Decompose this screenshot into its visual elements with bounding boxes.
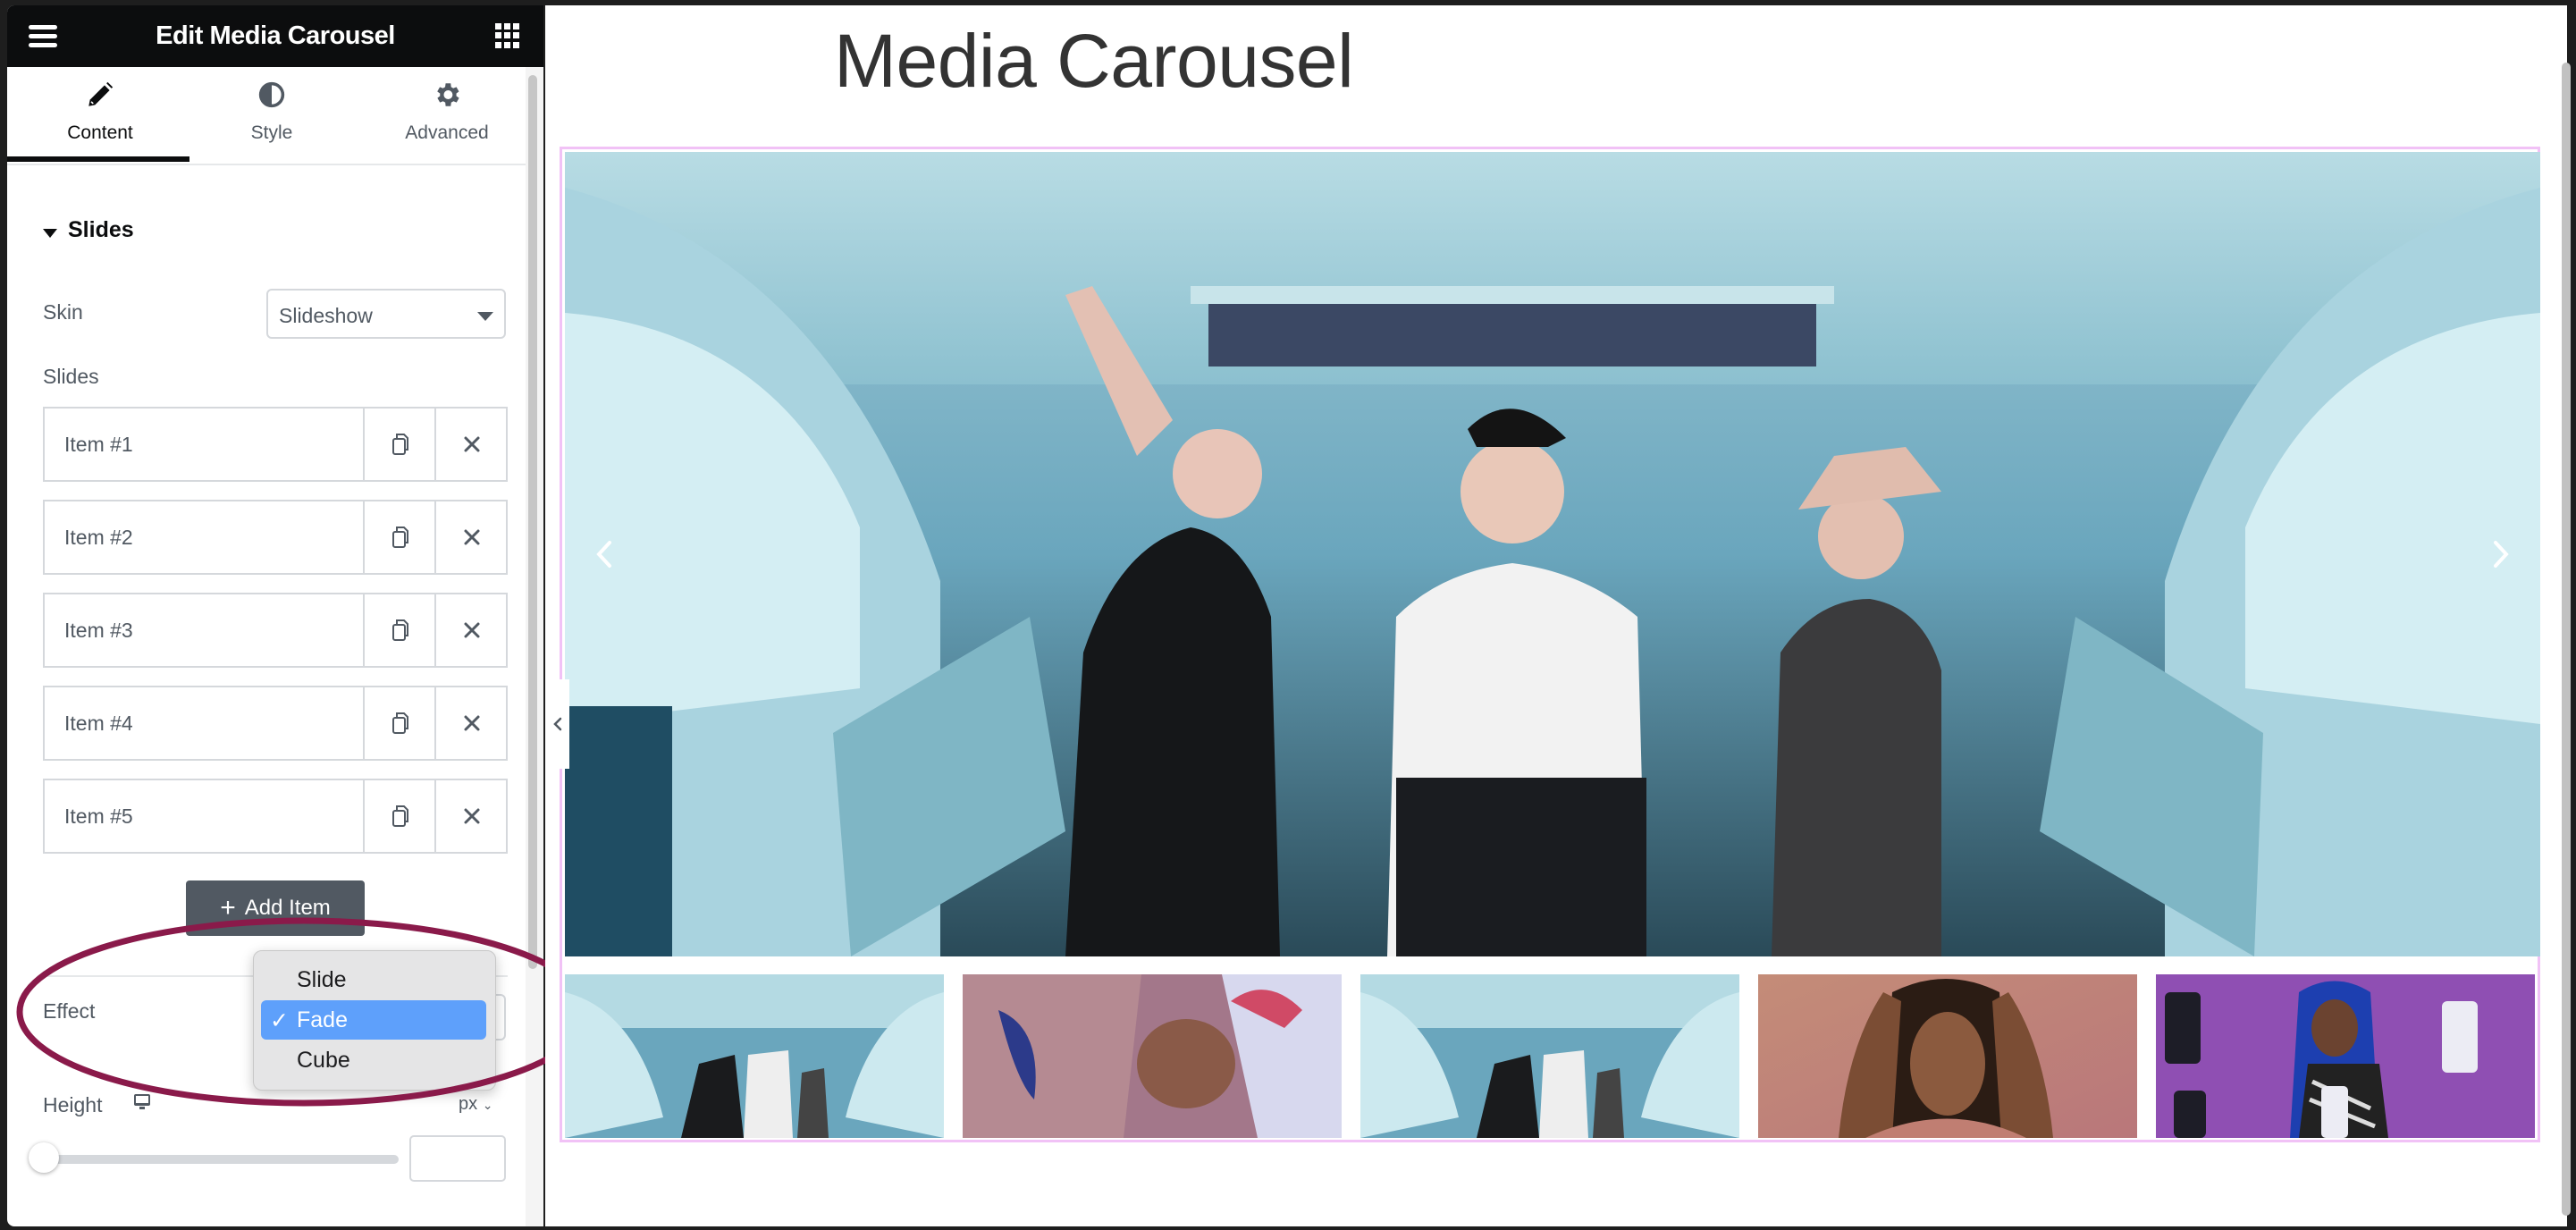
duplicate-icon: [392, 527, 408, 548]
carousel-main-slide[interactable]: [565, 152, 2540, 956]
page-canvas: Media Carousel: [545, 5, 2567, 1226]
slides-label: Slides: [43, 365, 99, 388]
tab-advanced[interactable]: Advanced: [358, 67, 536, 164]
remove-item-button[interactable]: [436, 687, 506, 759]
remove-item-button[interactable]: [436, 501, 506, 573]
tab-advanced-label: Advanced: [405, 122, 489, 143]
thumbnail-4[interactable]: [1758, 974, 2137, 1138]
chevron-left-icon: [553, 717, 562, 731]
duplicate-icon: [392, 434, 408, 455]
carousel-thumbnails: [565, 974, 2540, 1138]
half-circle-icon: [182, 80, 361, 110]
height-slider-handle[interactable]: [29, 1142, 59, 1173]
slide-item-label: Item #5: [64, 805, 133, 828]
duplicate-item-button[interactable]: [365, 687, 434, 759]
canvas-scrollbar[interactable]: [2562, 63, 2571, 1216]
slide-item[interactable]: Item #3: [43, 593, 508, 668]
thumbnail-5[interactable]: [2156, 974, 2535, 1138]
panel-scrollbar[interactable]: [528, 75, 537, 969]
tab-style[interactable]: Style: [182, 67, 361, 164]
caret-down-icon[interactable]: [43, 229, 57, 238]
slide-item-label: Item #3: [64, 619, 133, 642]
tab-style-label: Style: [250, 122, 293, 143]
duplicate-item-button[interactable]: [365, 780, 434, 852]
chevron-left-icon: [596, 541, 611, 568]
panel-title: Edit Media Carousel: [156, 21, 395, 50]
thumbnail-2[interactable]: [963, 974, 1342, 1138]
section-title-slides[interactable]: Slides: [68, 217, 134, 243]
panel-tabs: Content Style Advanced: [7, 67, 526, 165]
slide-item[interactable]: Item #2: [43, 500, 508, 575]
media-carousel[interactable]: [560, 147, 2540, 1142]
collapse-panel-button[interactable]: [546, 679, 569, 769]
thumbnail-1[interactable]: [565, 974, 944, 1138]
slide-item[interactable]: Item #5: [43, 779, 508, 854]
slide-item-label: Item #1: [64, 433, 133, 456]
duplicate-icon: [392, 805, 408, 827]
remove-item-button[interactable]: [436, 780, 506, 852]
chevron-down-icon: [477, 312, 493, 321]
tab-content[interactable]: Content: [11, 67, 189, 164]
slide-item-label: Item #4: [64, 712, 133, 735]
duplicate-item-button[interactable]: [365, 594, 434, 666]
close-icon: [464, 529, 480, 545]
skin-label: Skin: [43, 300, 83, 324]
thumbnail-3[interactable]: [1360, 974, 1739, 1138]
close-icon: [464, 808, 480, 824]
height-slider-track[interactable]: [43, 1155, 399, 1164]
height-input[interactable]: [409, 1135, 506, 1182]
slide-item[interactable]: Item #4: [43, 686, 508, 761]
carousel-next-arrow[interactable]: [2478, 532, 2522, 577]
skin-select[interactable]: Slideshow: [266, 289, 506, 339]
slide-item[interactable]: Item #1: [43, 407, 508, 482]
pencil-icon: [11, 80, 189, 110]
page-title: Media Carousel: [834, 19, 1354, 103]
remove-item-button[interactable]: [436, 594, 506, 666]
main-slide-image: [565, 152, 2540, 956]
skin-select-value: Slideshow: [279, 304, 373, 327]
duplicate-item-button[interactable]: [365, 501, 434, 573]
panel-header: Edit Media Carousel: [7, 5, 543, 67]
carousel-prev-arrow[interactable]: [583, 532, 627, 577]
hamburger-menu-icon[interactable]: [29, 25, 57, 48]
remove-item-button[interactable]: [436, 409, 506, 480]
chevron-right-icon: [2494, 541, 2509, 568]
duplicate-icon: [392, 619, 408, 641]
close-icon: [464, 622, 480, 638]
tab-content-label: Content: [67, 122, 133, 143]
grid-apps-icon[interactable]: [495, 23, 520, 48]
annotation-ellipse: [16, 917, 592, 1107]
close-icon: [464, 436, 480, 452]
active-tab-indicator: [7, 156, 189, 162]
slide-item-label: Item #2: [64, 526, 133, 549]
close-icon: [464, 715, 480, 731]
duplicate-item-button[interactable]: [365, 409, 434, 480]
duplicate-icon: [392, 712, 408, 734]
gear-icon: [358, 80, 536, 110]
